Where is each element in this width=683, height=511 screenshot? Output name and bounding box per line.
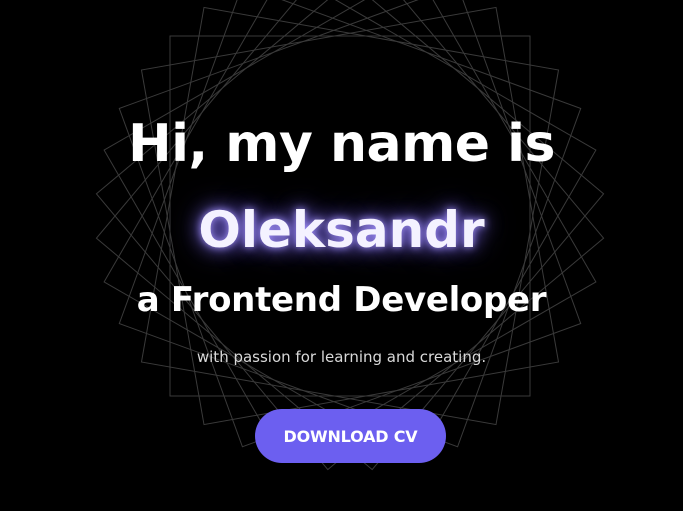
download-cv-button[interactable]: DOWNLOAD CV [255,409,446,463]
hero-greeting: Hi, my name is [128,114,555,174]
hero-name: Oleksandr [198,201,485,259]
hero-role: a Frontend Developer [136,280,547,320]
hero-tagline: with passion for learning and creating. [196,348,487,366]
hero-section: Hi, my name is Oleksandr a Frontend Deve… [0,0,683,511]
